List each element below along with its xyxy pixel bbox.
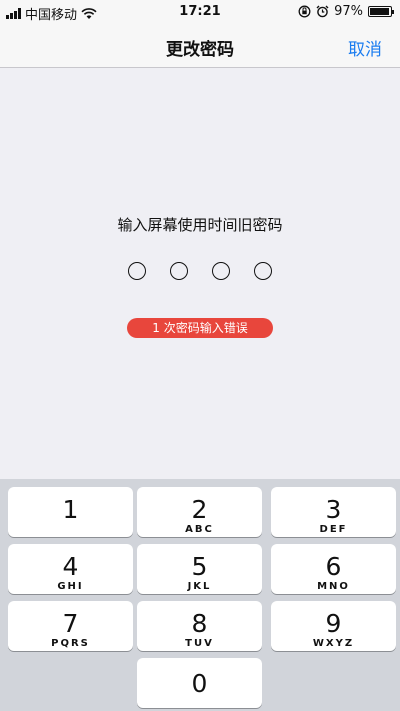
passcode-dot [170,262,188,280]
key-letters: PQRS [51,638,90,649]
key-digit: 1 [62,495,79,524]
key-9[interactable]: 9 WXYZ [271,601,396,651]
passcode-dots [0,262,400,280]
key-digit: 3 [325,495,342,524]
status-bar: 中国移动 17:21 97% [0,0,400,24]
status-right: 97% [298,4,394,19]
key-digit: 0 [191,669,208,698]
passcode-prompt: 输入屏幕使用时间旧密码 [117,216,283,234]
key-8[interactable]: 8 TUV [137,601,262,651]
key-digit: 4 [62,552,79,581]
key-2[interactable]: 2 ABC [137,487,262,537]
key-1[interactable]: 1 [8,487,133,537]
key-digit: 6 [325,552,342,581]
error-badge: 1 次密码输入错误 [127,318,273,338]
key-4[interactable]: 4 GHI [8,544,133,594]
rotation-lock-icon [298,5,311,18]
key-digit: 7 [62,609,79,638]
key-5[interactable]: 5 JKL [137,544,262,594]
key-7[interactable]: 7 PQRS [8,601,133,651]
key-letters: GHI [57,581,84,592]
key-letters: JKL [187,581,212,592]
numeric-keypad: 1 2 ABC 3 DEF 4 GHI 5 JKL 6 MNO 7 PQRS 8 TUV 9 WXYZ 0 [0,479,400,711]
passcode-dot [254,262,272,280]
key-3[interactable]: 3 DEF [271,487,396,537]
battery-fill [370,8,390,15]
alarm-icon [316,5,329,18]
key-0[interactable]: 0 [137,658,262,708]
key-6[interactable]: 6 MNO [271,544,396,594]
key-letters: DEF [319,524,348,535]
key-letters: MNO [317,581,350,592]
key-digit: 5 [191,552,208,581]
battery-icon [368,6,394,17]
cancel-button[interactable]: 取消 [348,35,382,60]
key-letters: WXYZ [312,638,355,649]
key-letters: ABC [185,524,214,535]
passcode-dot [128,262,146,280]
key-digit: 8 [191,609,208,638]
navigation-bar: 更改密码 取消 [0,24,400,68]
battery-percent: 97% [334,4,363,19]
key-digit: 9 [325,609,342,638]
key-letters: TUV [185,638,214,649]
key-digit: 2 [191,495,208,524]
page-title: 更改密码 [166,40,234,60]
passcode-dot [212,262,230,280]
